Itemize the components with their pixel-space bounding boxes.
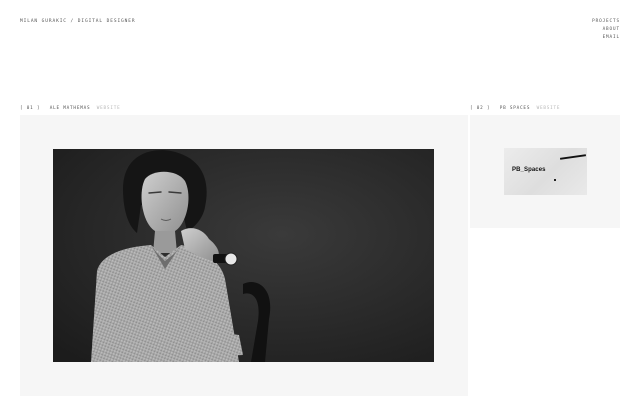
nav-about-link[interactable]: ABOUT [603,27,620,32]
project-2-tag: WEBSITE [536,106,561,111]
portrait-illustration [53,149,434,362]
project-1-portrait-image[interactable] [53,149,434,362]
main-nav: PROJECTS ABOUT EMAIL [592,19,620,40]
site-brand[interactable]: MILAN GURAKIC / DIGITAL DESIGNER [20,19,136,24]
thumbnail-dot-graphic [554,179,556,181]
portfolio-page: MILAN GURAKIC / DIGITAL DESIGNER PROJECT… [0,0,640,412]
project-1-tag: WEBSITE [96,106,121,111]
nav-email-link[interactable]: EMAIL [603,35,620,40]
project-1-title: ALE MATHEMAS [49,106,91,111]
nav-projects-link[interactable]: PROJECTS [592,19,620,24]
project-1-caption[interactable]: [ 01 ] ALE MATHEMAS WEBSITE [20,106,120,111]
project-2-thumbnail-text: PB_Spaces [512,167,546,173]
thumbnail-bar-graphic [559,154,587,160]
project-2-caption[interactable]: [ 02 ] PB SPACES WEBSITE [470,106,560,111]
project-1-number: [ 01 ] [20,106,41,111]
project-2-title: PB SPACES [499,106,531,111]
project-2-number: [ 02 ] [470,106,491,111]
project-2-thumbnail[interactable]: PB_Spaces [504,148,587,195]
